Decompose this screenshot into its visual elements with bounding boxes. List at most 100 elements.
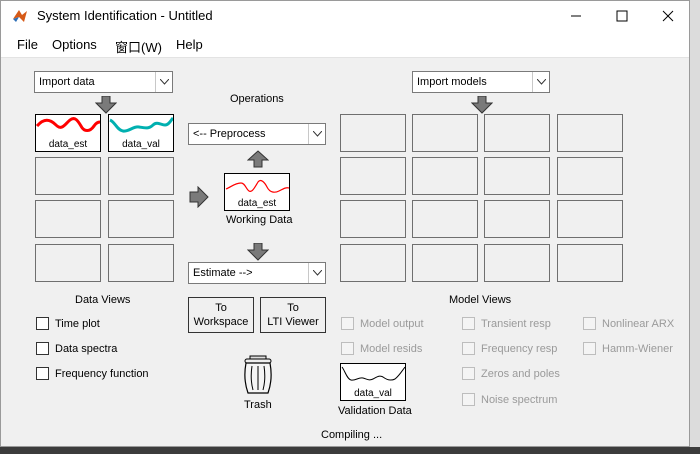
working-data-slot[interactable]: data_est (224, 173, 290, 211)
checkbox-label: Zeros and poles (481, 367, 560, 380)
minimize-button[interactable] (553, 1, 599, 31)
checkbox-box (462, 342, 475, 355)
trash-icon[interactable] (242, 355, 274, 397)
title-bar: System Identification - Untitled (1, 1, 689, 31)
hamm-wiener-checkbox[interactable]: Hamm-Wiener (583, 342, 673, 355)
model-slot-empty[interactable] (340, 157, 406, 195)
close-button[interactable] (645, 1, 691, 31)
import-models-dropdown[interactable]: Import models (412, 71, 550, 93)
menu-file[interactable]: File (17, 37, 38, 52)
estimate-dropdown[interactable]: Estimate --> (188, 262, 326, 284)
validation-data-thumbnail (341, 366, 405, 381)
checkbox-label: Transient resp (481, 317, 551, 330)
to-workspace-button[interactable]: To Workspace (188, 297, 254, 333)
import-models-value: Import models (417, 76, 487, 88)
noise-spectrum-checkbox[interactable]: Noise spectrum (462, 393, 557, 406)
arrow-up-icon (247, 150, 269, 168)
checkbox-box (341, 317, 354, 330)
model-slot-empty[interactable] (557, 157, 623, 195)
main-panel: Import data data_est data_val Data Views (1, 58, 689, 448)
checkbox-label: Model output (360, 317, 424, 330)
menu-help[interactable]: Help (176, 37, 203, 52)
model-slot-empty[interactable] (557, 244, 623, 282)
arrow-down-icon (247, 243, 269, 261)
arrow-down-icon (95, 96, 117, 114)
window-title: System Identification - Untitled (37, 8, 213, 23)
maximize-button[interactable] (599, 1, 645, 31)
to-lti-viewer-button[interactable]: To LTI Viewer (260, 297, 326, 333)
checkbox-label: Data spectra (55, 342, 118, 355)
model-output-checkbox[interactable]: Model output (341, 317, 424, 330)
transient-resp-checkbox[interactable]: Transient resp (462, 317, 551, 330)
preprocess-dropdown[interactable]: <-- Preprocess (188, 123, 326, 145)
status-text: Compiling ... (321, 429, 383, 441)
model-resids-checkbox[interactable]: Model resids (341, 342, 422, 355)
time-plot-checkbox[interactable]: Time plot (36, 317, 100, 330)
model-slot-empty[interactable] (412, 244, 478, 282)
estimate-value: Estimate --> (193, 267, 253, 279)
data-slot-empty[interactable] (35, 200, 101, 238)
validation-data-label: Validation Data (338, 405, 412, 417)
model-slot-empty[interactable] (484, 157, 550, 195)
data-slot-data-est[interactable]: data_est (35, 114, 101, 152)
validation-data-name: data_val (354, 388, 392, 399)
operations-label: Operations (230, 93, 284, 105)
close-icon (662, 10, 674, 22)
chevron-down-icon (308, 263, 325, 283)
data-spectra-checkbox[interactable]: Data spectra (36, 342, 117, 355)
frequency-resp-checkbox[interactable]: Frequency resp (462, 342, 557, 355)
menu-bar: File Options 窗口(W) Help (1, 31, 689, 58)
menu-options[interactable]: Options (52, 37, 97, 52)
validation-data-slot[interactable]: data_val (340, 363, 406, 401)
taskbar-strip (0, 447, 700, 454)
data-slot-empty[interactable] (35, 244, 101, 282)
data-slot-empty[interactable] (35, 157, 101, 195)
checkbox-box (36, 317, 49, 330)
model-slot-empty[interactable] (484, 200, 550, 238)
model-slot-empty[interactable] (412, 200, 478, 238)
checkbox-box (462, 367, 475, 380)
data-slot-empty[interactable] (108, 244, 174, 282)
chevron-down-icon (308, 124, 325, 144)
checkbox-box (462, 393, 475, 406)
matlab-icon (13, 10, 27, 22)
checkbox-label: Model resids (360, 342, 423, 355)
checkbox-label: Frequency resp (481, 342, 558, 355)
working-data-name: data_est (237, 198, 277, 209)
to-workspace-label: To Workspace (193, 302, 249, 328)
frequency-function-checkbox[interactable]: Frequency function (36, 367, 149, 380)
model-slot-empty[interactable] (340, 114, 406, 152)
model-slot-empty[interactable] (412, 157, 478, 195)
minimize-icon (571, 15, 581, 17)
model-slot-empty[interactable] (340, 244, 406, 282)
arrow-down-icon (471, 96, 493, 114)
checkbox-label: Time plot (55, 317, 100, 330)
working-data-thumbnail (225, 179, 289, 193)
import-data-value: Import data (39, 76, 95, 88)
model-slot-empty[interactable] (557, 114, 623, 152)
data-val-thumbnail (109, 116, 173, 133)
checkbox-label: Nonlinear ARX (602, 317, 675, 330)
chevron-down-icon (532, 72, 549, 92)
checkbox-box (583, 342, 596, 355)
checkbox-box (36, 367, 49, 380)
data-est-thumbnail (36, 117, 100, 132)
model-slot-empty[interactable] (484, 244, 550, 282)
model-slot-empty[interactable] (340, 200, 406, 238)
model-slot-empty[interactable] (557, 200, 623, 238)
data-views-label: Data Views (75, 294, 131, 306)
nonlinear-arx-checkbox[interactable]: Nonlinear ARX (583, 317, 674, 330)
checkbox-label: Frequency function (55, 367, 149, 380)
checkbox-box (583, 317, 596, 330)
model-slot-empty[interactable] (412, 114, 478, 152)
menu-window[interactable]: 窗口(W) (115, 37, 162, 56)
arrow-right-icon (189, 186, 209, 208)
data-slot-empty[interactable] (108, 157, 174, 195)
trash-label: Trash (244, 399, 272, 411)
zeros-and-poles-checkbox[interactable]: Zeros and poles (462, 367, 560, 380)
to-lti-viewer-label: To LTI Viewer (267, 302, 319, 328)
data-slot-empty[interactable] (108, 200, 174, 238)
model-slot-empty[interactable] (484, 114, 550, 152)
data-slot-data-val[interactable]: data_val (108, 114, 174, 152)
import-data-dropdown[interactable]: Import data (34, 71, 173, 93)
